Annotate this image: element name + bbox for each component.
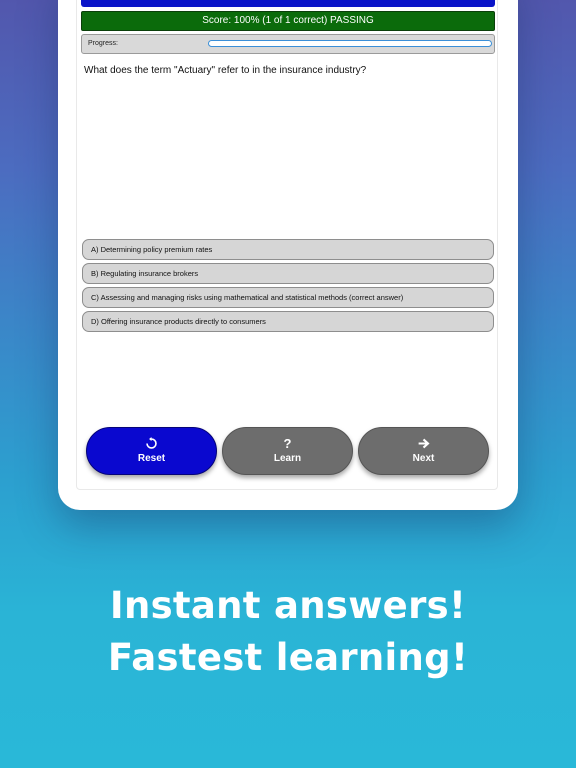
answer-option-b[interactable]: B) Regulating insurance brokers [82,263,494,284]
reset-label: Reset [137,453,166,464]
learn-label: Learn [273,453,302,464]
question-icon: ? [283,436,292,451]
next-button[interactable]: Next [358,427,489,475]
progress-label: Progress: [88,40,118,47]
score-banner: Score: 100% (1 of 1 correct) PASSING [81,11,495,31]
progress-bar [208,40,492,47]
progress-row: Progress: [81,34,495,54]
arrow-right-icon [359,437,488,451]
reset-icon [87,437,216,451]
learn-button[interactable]: ? Learn [222,427,353,475]
answer-option-a[interactable]: A) Determining policy premium rates [82,239,494,260]
tagline-line-1: Instant answers! [109,584,467,627]
answer-option-d[interactable]: D) Offering insurance products directly … [82,311,494,332]
question-text: What does the term "Actuary" refer to in… [84,65,367,76]
answer-list: A) Determining policy premium rates B) R… [82,239,494,335]
action-buttons: Reset ? Learn Next [86,427,490,475]
header-bar [81,0,495,7]
answer-option-c[interactable]: C) Assessing and managing risks using ma… [82,287,494,308]
tagline-line-2: Fastest learning! [107,636,469,679]
reset-button[interactable]: Reset [86,427,217,475]
next-label: Next [412,453,435,464]
app-screen: Score: 100% (1 of 1 correct) PASSING Pro… [76,0,498,490]
